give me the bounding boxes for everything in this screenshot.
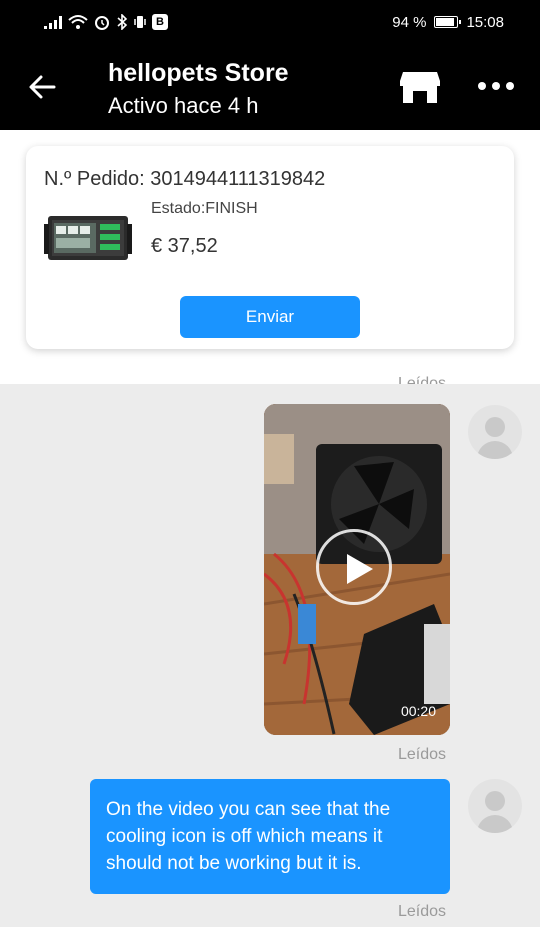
status-bar: B 94 % 15:08 <box>0 0 540 44</box>
last-active: Activo hace 4 h <box>108 93 259 118</box>
avatar <box>468 779 522 833</box>
chat-header: hellopets Store Activo hace 4 h <box>0 44 540 130</box>
order-section: N.º Pedido: 3014944111319842 Estado:FINI… <box>0 130 540 384</box>
back-arrow-icon[interactable] <box>26 72 58 102</box>
b-badge-icon: B <box>152 14 168 30</box>
more-options-icon[interactable] <box>478 82 514 90</box>
order-price: € 37,52 <box>151 235 218 257</box>
product-thumbnail[interactable] <box>44 210 132 266</box>
read-receipt-cut: Leídos <box>397 375 446 384</box>
avatar <box>468 405 522 459</box>
battery-percent: 94 % <box>392 13 427 31</box>
video-duration: 00:20 <box>400 703 436 719</box>
battery-icon <box>434 16 462 28</box>
store-icon[interactable] <box>400 70 440 104</box>
order-number: N.º Pedido: 3014944111319842 <box>44 168 326 190</box>
play-icon[interactable] <box>316 529 392 605</box>
status-icons: B <box>44 12 168 32</box>
video-message[interactable]: 00:20 <box>264 404 450 735</box>
store-name[interactable]: hellopets Store <box>108 59 289 88</box>
read-receipt: Leídos <box>397 746 446 763</box>
order-card[interactable]: N.º Pedido: 3014944111319842 Estado:FINI… <box>26 146 514 349</box>
vibrate-icon <box>134 16 146 28</box>
alarm-icon <box>95 16 109 30</box>
send-button[interactable]: Enviar <box>180 296 360 338</box>
clock: 15:08 <box>466 13 504 31</box>
bluetooth-icon <box>117 14 128 30</box>
signal-icon <box>44 15 62 29</box>
order-status: Estado:FINISH <box>151 200 258 217</box>
status-right: 94 % 15:08 <box>392 12 504 32</box>
message-bubble[interactable]: On the video you can see that the coolin… <box>90 779 450 894</box>
read-receipt: Leídos <box>397 903 446 920</box>
wifi-icon <box>68 15 88 29</box>
